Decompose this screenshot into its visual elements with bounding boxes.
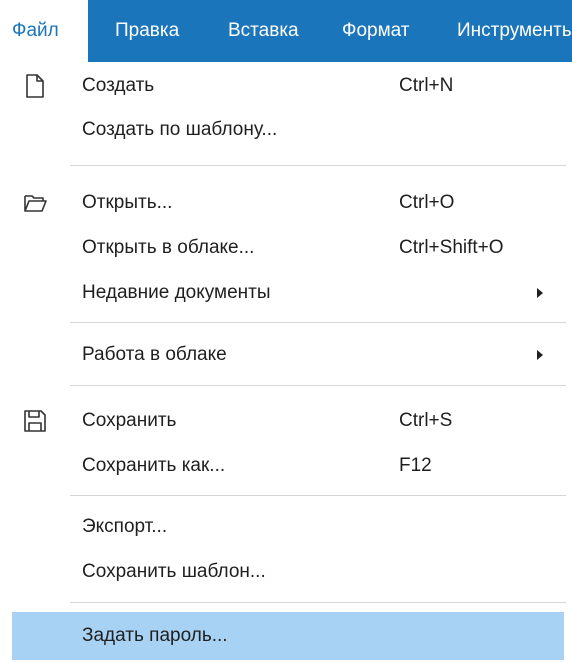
menu-item-label: Сохранить как... (82, 455, 226, 476)
menu-item-set-password[interactable]: Задать пароль... (12, 612, 564, 660)
menu-separator (70, 165, 566, 166)
new-document-icon (26, 74, 44, 98)
menu-item-new-from-template[interactable]: Создать по шаблону... (0, 106, 572, 154)
file-menu-dropdown: Создать Ctrl+N Создать по шаблону... Отк… (0, 62, 572, 662)
submenu-arrow-icon (537, 350, 543, 360)
menu-item-label: Создать (82, 75, 155, 96)
menubar-edit[interactable]: Правка (115, 0, 179, 62)
application-window: Файл Правка Вставка Формат Инструменты С… (0, 0, 572, 662)
menu-item-label: Открыть... (82, 192, 173, 213)
menu-item-cloud-work[interactable]: Работа в облаке (0, 331, 572, 379)
menu-item-open-cloud[interactable]: Открыть в облаке... Ctrl+Shift+O (0, 224, 572, 272)
menu-item-export[interactable]: Экспорт... (0, 503, 572, 551)
menu-item-save-as[interactable]: Сохранить как... F12 (0, 442, 572, 490)
menu-item-label: Задать пароль... (82, 625, 228, 646)
save-icon (24, 410, 46, 432)
submenu-arrow-icon (537, 288, 543, 298)
menu-item-label: Работа в облаке (82, 344, 227, 365)
menu-item-label: Сохранить шаблон... (82, 561, 266, 582)
menubar-file[interactable]: Файл (0, 0, 88, 62)
menu-separator (70, 322, 566, 323)
menu-separator (70, 385, 566, 386)
menu-item-label: Открыть в облаке... (82, 237, 255, 258)
menu-separator (70, 602, 566, 603)
menubar-insert[interactable]: Вставка (228, 0, 299, 62)
menubar-tools[interactable]: Инструменты (457, 0, 572, 62)
menu-item-label: Сохранить (82, 410, 177, 431)
menu-item-label: Создать по шаблону... (82, 119, 278, 140)
menu-item-shortcut: F12 (399, 455, 432, 476)
menu-item-shortcut: Ctrl+N (399, 75, 454, 96)
menubar: Файл Правка Вставка Формат Инструменты (0, 0, 572, 62)
menu-separator (70, 495, 566, 496)
menu-item-open[interactable]: Открыть... Ctrl+O (0, 179, 572, 227)
open-folder-icon (24, 195, 47, 212)
menu-item-save-template[interactable]: Сохранить шаблон... (0, 548, 572, 596)
menubar-format[interactable]: Формат (342, 0, 410, 62)
menu-item-shortcut: Ctrl+Shift+O (399, 237, 504, 258)
menu-item-label: Недавние документы (82, 282, 271, 303)
menu-item-save[interactable]: Сохранить Ctrl+S (0, 397, 572, 445)
menu-item-shortcut: Ctrl+O (399, 192, 455, 213)
menu-item-new[interactable]: Создать Ctrl+N (0, 62, 572, 110)
menu-item-shortcut: Ctrl+S (399, 410, 453, 431)
menu-item-label: Экспорт... (82, 516, 168, 537)
menu-item-recent-documents[interactable]: Недавние документы (0, 269, 572, 317)
